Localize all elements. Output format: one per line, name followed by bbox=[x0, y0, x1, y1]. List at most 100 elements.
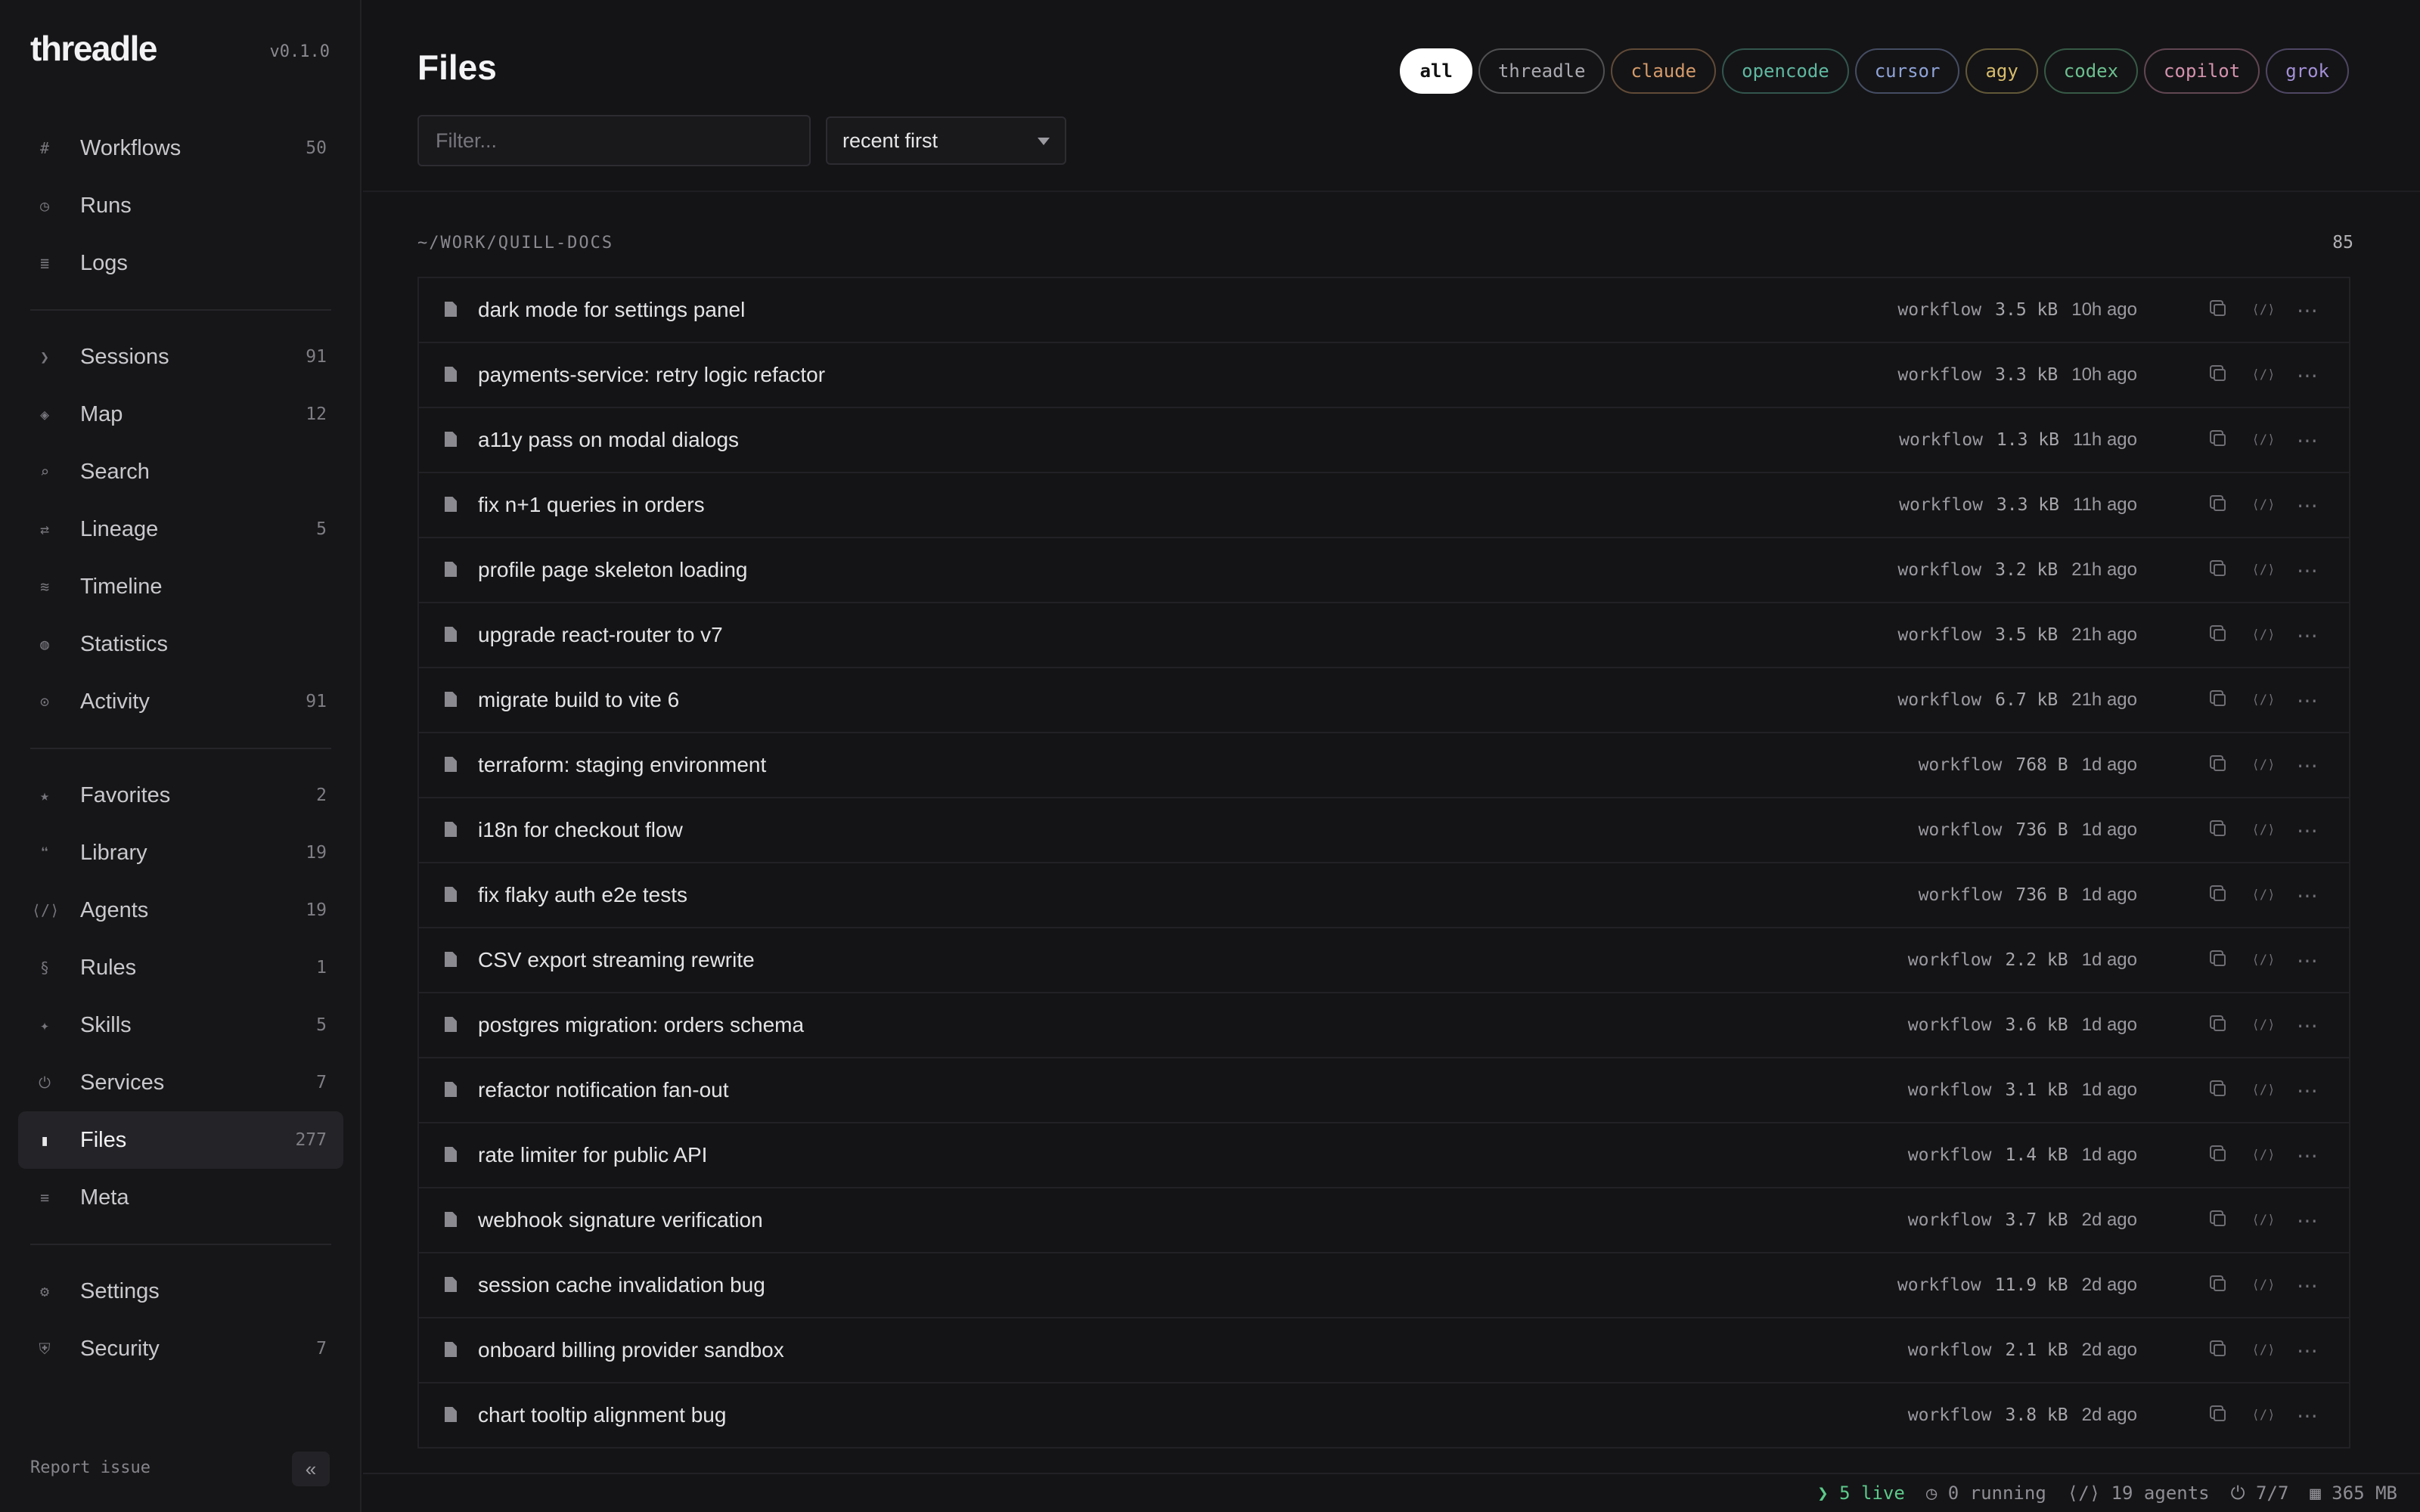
file-title[interactable]: a11y pass on modal dialogs bbox=[478, 428, 739, 452]
file-row[interactable]: i18n for checkout flow workflow 736 B 1d ag… bbox=[419, 798, 2349, 863]
file-row[interactable]: session cache invalidation bug workflow 11… bbox=[419, 1253, 2349, 1318]
file-title[interactable]: upgrade react-router to v7 bbox=[478, 623, 723, 647]
file-title[interactable]: fix flaky auth e2e tests bbox=[478, 883, 687, 907]
file-title[interactable]: rate limiter for public API bbox=[478, 1143, 707, 1167]
more-icon[interactable]: ⋯ bbox=[2293, 426, 2322, 454]
more-icon[interactable]: ⋯ bbox=[2293, 621, 2322, 649]
copy-icon[interactable] bbox=[2205, 1141, 2234, 1170]
file-title[interactable]: dark mode for settings panel bbox=[478, 298, 745, 322]
code-icon[interactable]: ⟨/⟩ bbox=[2249, 1206, 2278, 1235]
copy-icon[interactable] bbox=[2205, 1401, 2234, 1430]
filter-chip-opencode[interactable]: opencode bbox=[1722, 48, 1849, 94]
sidebar-item-settings[interactable]: ⚙ Settings bbox=[18, 1263, 343, 1320]
file-row[interactable]: fix flaky auth e2e tests workflow 736 B 1d … bbox=[419, 863, 2349, 928]
file-row[interactable]: postgres migration: orders schema workflo… bbox=[419, 993, 2349, 1058]
file-row[interactable]: payments-service: retry logic refactor wo… bbox=[419, 343, 2349, 408]
more-icon[interactable]: ⋯ bbox=[2293, 946, 2322, 974]
code-icon[interactable]: ⟨/⟩ bbox=[2249, 296, 2278, 324]
sidebar-item-timeline[interactable]: ≋ Timeline bbox=[18, 558, 343, 615]
code-icon[interactable]: ⟨/⟩ bbox=[2249, 751, 2278, 779]
more-icon[interactable]: ⋯ bbox=[2293, 556, 2322, 584]
file-title[interactable]: i18n for checkout flow bbox=[478, 818, 683, 842]
file-row[interactable]: webhook signature verification workflow 3.… bbox=[419, 1188, 2349, 1253]
file-title[interactable]: migrate build to vite 6 bbox=[478, 688, 679, 712]
file-row[interactable]: refactor notification fan-out workflow 3.1… bbox=[419, 1058, 2349, 1123]
more-icon[interactable]: ⋯ bbox=[2293, 1141, 2322, 1170]
more-icon[interactable]: ⋯ bbox=[2293, 296, 2322, 324]
services-status[interactable]: ⏻ 7/7 bbox=[2231, 1483, 2289, 1504]
file-title[interactable]: session cache invalidation bug bbox=[478, 1273, 765, 1297]
sidebar-item-skills[interactable]: ✦ Skills 5 bbox=[18, 996, 343, 1054]
copy-icon[interactable] bbox=[2205, 1336, 2234, 1365]
code-icon[interactable]: ⟨/⟩ bbox=[2249, 491, 2278, 519]
sort-select[interactable]: recent first bbox=[826, 116, 1066, 165]
sidebar-item-security[interactable]: ⛨ Security 7 bbox=[18, 1320, 343, 1377]
copy-icon[interactable] bbox=[2205, 296, 2234, 324]
live-sessions-status[interactable]: ❯ 5 live bbox=[1817, 1483, 1905, 1504]
more-icon[interactable]: ⋯ bbox=[2293, 491, 2322, 519]
sidebar-item-statistics[interactable]: ◍ Statistics bbox=[18, 615, 343, 673]
copy-icon[interactable] bbox=[2205, 556, 2234, 584]
filter-input[interactable] bbox=[417, 115, 811, 166]
file-title[interactable]: onboard billing provider sandbox bbox=[478, 1338, 784, 1362]
sidebar-item-activity[interactable]: ⊙ Activity 91 bbox=[18, 673, 343, 730]
code-icon[interactable]: ⟨/⟩ bbox=[2249, 361, 2278, 389]
file-row[interactable]: migrate build to vite 6 workflow 6.7 kB 21h… bbox=[419, 668, 2349, 733]
sidebar-item-meta[interactable]: ≡ Meta bbox=[18, 1169, 343, 1226]
more-icon[interactable]: ⋯ bbox=[2293, 751, 2322, 779]
file-row[interactable]: a11y pass on modal dialogs workflow 1.3 kB… bbox=[419, 408, 2349, 473]
code-icon[interactable]: ⟨/⟩ bbox=[2249, 1076, 2278, 1105]
file-title[interactable]: CSV export streaming rewrite bbox=[478, 948, 755, 972]
sidebar-item-favorites[interactable]: ★ Favorites 2 bbox=[18, 767, 343, 824]
agents-status[interactable]: ⟨/⟩ 19 agents bbox=[2068, 1483, 2210, 1504]
running-status[interactable]: ◷ 0 running bbox=[1926, 1483, 2046, 1504]
code-icon[interactable]: ⟨/⟩ bbox=[2249, 1141, 2278, 1170]
more-icon[interactable]: ⋯ bbox=[2293, 1011, 2322, 1040]
sidebar-item-sessions[interactable]: ❯ Sessions 91 bbox=[18, 328, 343, 386]
code-icon[interactable]: ⟨/⟩ bbox=[2249, 1401, 2278, 1430]
more-icon[interactable]: ⋯ bbox=[2293, 816, 2322, 844]
code-icon[interactable]: ⟨/⟩ bbox=[2249, 686, 2278, 714]
file-title[interactable]: profile page skeleton loading bbox=[478, 558, 747, 582]
sidebar-item-library[interactable]: ❝ Library 19 bbox=[18, 824, 343, 881]
filter-chip-claude[interactable]: claude bbox=[1611, 48, 1717, 94]
code-icon[interactable]: ⟨/⟩ bbox=[2249, 1336, 2278, 1365]
file-title[interactable]: chart tooltip alignment bug bbox=[478, 1403, 726, 1427]
copy-icon[interactable] bbox=[2205, 881, 2234, 909]
copy-icon[interactable] bbox=[2205, 426, 2234, 454]
copy-icon[interactable] bbox=[2205, 751, 2234, 779]
filter-chip-cursor[interactable]: cursor bbox=[1854, 48, 1960, 94]
sidebar-item-agents[interactable]: ⟨/⟩ Agents 19 bbox=[18, 881, 343, 939]
filter-chip-grok[interactable]: grok bbox=[2266, 48, 2349, 94]
filter-chip-codex[interactable]: codex bbox=[2043, 48, 2139, 94]
copy-icon[interactable] bbox=[2205, 361, 2234, 389]
sidebar-item-rules[interactable]: § Rules 1 bbox=[18, 939, 343, 996]
filter-chip-copilot[interactable]: copilot bbox=[2144, 48, 2260, 94]
file-row[interactable]: terraform: staging environment workflow 76… bbox=[419, 733, 2349, 798]
sidebar-item-logs[interactable]: ≣ Logs bbox=[18, 234, 343, 292]
code-icon[interactable]: ⟨/⟩ bbox=[2249, 946, 2278, 974]
more-icon[interactable]: ⋯ bbox=[2293, 1336, 2322, 1365]
copy-icon[interactable] bbox=[2205, 1076, 2234, 1105]
file-row[interactable]: profile page skeleton loading workflow 3.2… bbox=[419, 538, 2349, 603]
file-title[interactable]: refactor notification fan-out bbox=[478, 1078, 729, 1102]
sidebar-item-map[interactable]: ◈ Map 12 bbox=[18, 386, 343, 443]
copy-icon[interactable] bbox=[2205, 1271, 2234, 1300]
filter-chip-all[interactable]: all bbox=[1400, 48, 1472, 94]
sidebar-item-runs[interactable]: ◷ Runs bbox=[18, 177, 343, 234]
copy-icon[interactable] bbox=[2205, 1206, 2234, 1235]
file-row[interactable]: upgrade react-router to v7 workflow 3.5 kB… bbox=[419, 603, 2349, 668]
code-icon[interactable]: ⟨/⟩ bbox=[2249, 881, 2278, 909]
filter-chip-threadle[interactable]: threadle bbox=[1478, 48, 1606, 94]
copy-icon[interactable] bbox=[2205, 1011, 2234, 1040]
more-icon[interactable]: ⋯ bbox=[2293, 1076, 2322, 1105]
file-row[interactable]: fix n+1 queries in orders workflow 3.3 kB 1… bbox=[419, 473, 2349, 538]
code-icon[interactable]: ⟨/⟩ bbox=[2249, 1271, 2278, 1300]
sidebar-item-services[interactable]: ⏻ Services 7 bbox=[18, 1054, 343, 1111]
more-icon[interactable]: ⋯ bbox=[2293, 1401, 2322, 1430]
more-icon[interactable]: ⋯ bbox=[2293, 686, 2322, 714]
code-icon[interactable]: ⟨/⟩ bbox=[2249, 816, 2278, 844]
sidebar-item-files[interactable]: ▮ Files 277 bbox=[18, 1111, 343, 1169]
sidebar-item-search[interactable]: ⌕ Search bbox=[18, 443, 343, 500]
file-row[interactable]: rate limiter for public API workflow 1.4 k… bbox=[419, 1123, 2349, 1188]
